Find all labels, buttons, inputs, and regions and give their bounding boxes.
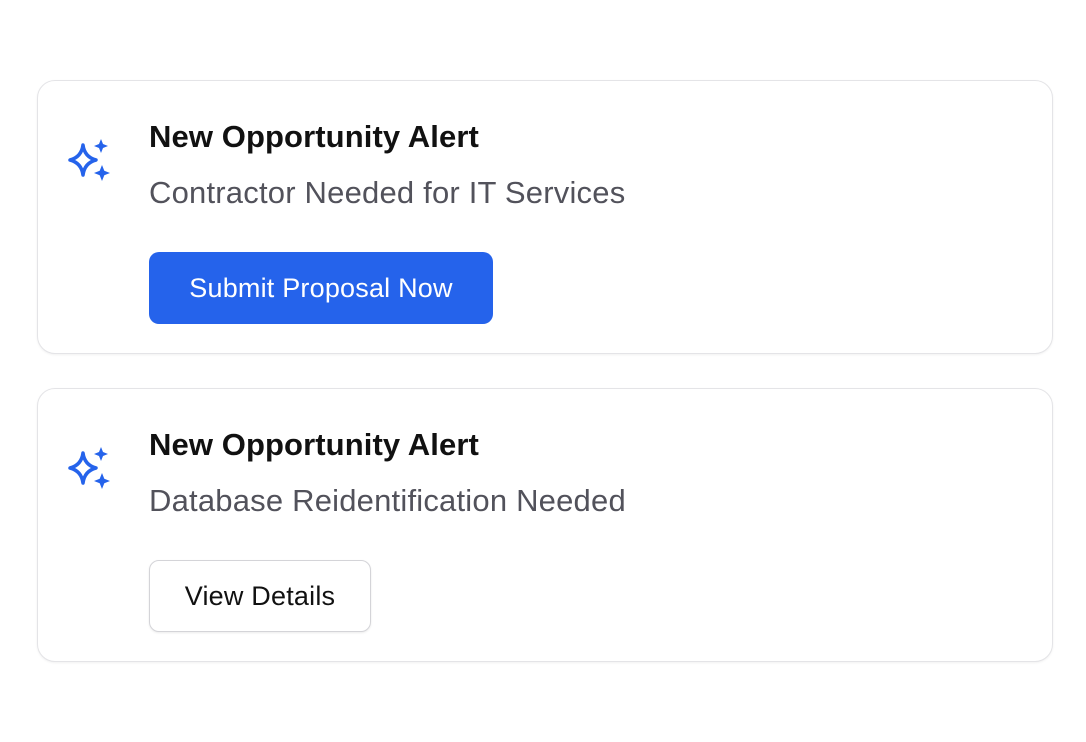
alert-title: New Opportunity Alert [149, 427, 479, 462]
alert-title: New Opportunity Alert [149, 119, 479, 154]
view-details-button[interactable]: View Details [149, 560, 371, 632]
alert-card: New Opportunity Alert Contractor Needed … [37, 80, 1053, 354]
alert-card: New Opportunity Alert Database Reidentif… [37, 388, 1053, 662]
alert-subtitle: Contractor Needed for IT Services [149, 175, 626, 210]
alert-subtitle: Database Reidentification Needed [149, 483, 626, 518]
submit-proposal-button[interactable]: Submit Proposal Now [149, 252, 493, 324]
sparkles-icon [68, 139, 114, 181]
sparkles-icon [68, 447, 114, 489]
